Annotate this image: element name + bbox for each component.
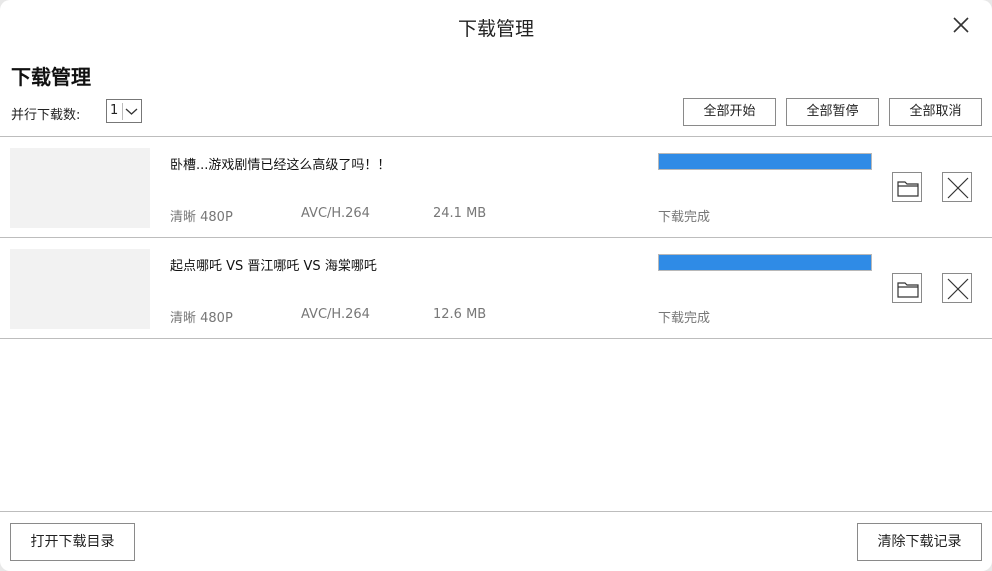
download-size: 24.1 MB	[433, 206, 487, 221]
cancel-all-button[interactable]: 全部取消	[889, 98, 982, 126]
download-item: 卧槽...游戏剧情已经这么高级了吗！！ 清晰 480P AVC/H.264 24…	[0, 137, 992, 237]
download-status: 下载完成	[658, 311, 711, 326]
download-status: 下载完成	[658, 210, 711, 225]
clear-download-records-button[interactable]: 清除下载记录	[857, 523, 982, 561]
video-thumbnail	[10, 148, 150, 228]
footer-divider	[0, 511, 992, 512]
x-icon	[947, 278, 969, 300]
pause-all-button[interactable]: 全部暂停	[786, 98, 879, 126]
download-title: 卧槽...游戏剧情已经这么高级了吗！！	[170, 158, 391, 173]
close-icon	[953, 17, 969, 33]
download-size: 12.6 MB	[433, 307, 487, 322]
open-folder-button[interactable]	[892, 273, 922, 303]
open-download-dir-button[interactable]: 打开下载目录	[10, 523, 135, 561]
delete-download-button[interactable]	[942, 273, 972, 303]
page-heading: 下载管理	[11, 65, 91, 89]
download-progress-fill	[659, 255, 871, 270]
download-codec: AVC/H.264	[301, 206, 370, 221]
folder-icon	[897, 181, 919, 197]
download-codec: AVC/H.264	[301, 307, 370, 322]
download-quality: 清晰 480P	[170, 210, 233, 225]
parallel-downloads-label: 并行下载数:	[11, 108, 81, 123]
download-quality: 清晰 480P	[170, 311, 233, 326]
window-title: 下载管理	[457, 18, 534, 40]
open-folder-button[interactable]	[892, 172, 922, 202]
toolbar: 并行下载数: 1 全部开始 全部暂停 全部取消	[0, 98, 992, 128]
download-progress-fill	[659, 154, 871, 169]
parallel-downloads-select[interactable]: 1	[106, 99, 142, 123]
x-icon	[947, 177, 969, 199]
download-progress-bar	[658, 254, 872, 271]
folder-icon	[897, 282, 919, 298]
start-all-button[interactable]: 全部开始	[683, 98, 776, 126]
download-title: 起点哪吒 VS 晋江哪吒 VS 海棠哪吒	[170, 259, 377, 274]
parallel-downloads-value: 1	[110, 103, 119, 118]
divider	[0, 338, 992, 339]
chevron-down-icon	[122, 103, 139, 120]
download-item: 起点哪吒 VS 晋江哪吒 VS 海棠哪吒 清晰 480P AVC/H.264 1…	[0, 238, 992, 338]
title-bar: 下载管理	[0, 0, 992, 52]
delete-download-button[interactable]	[942, 172, 972, 202]
download-manager-dialog: 下载管理 下载管理 并行下载数: 1 全部开始 全部暂停 全部取消 卧槽...游…	[0, 0, 992, 571]
video-thumbnail	[10, 249, 150, 329]
download-progress-bar	[658, 153, 872, 170]
close-button[interactable]	[948, 12, 974, 38]
